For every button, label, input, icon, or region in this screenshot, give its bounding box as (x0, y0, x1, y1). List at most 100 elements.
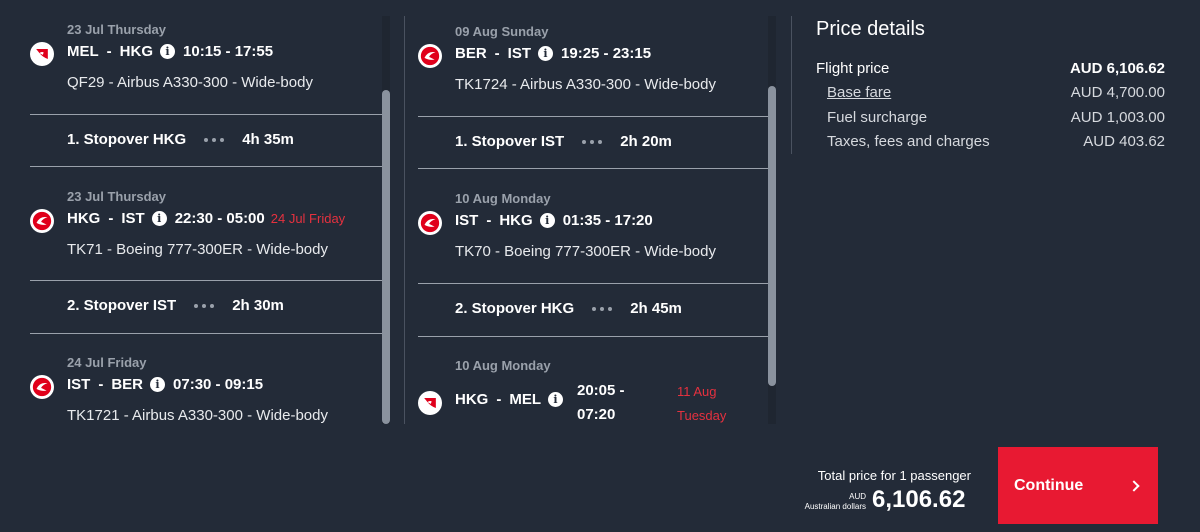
divider (418, 168, 770, 169)
divider (30, 114, 382, 115)
segment-date: 10 Aug Monday (455, 358, 551, 373)
base-fare-link[interactable]: Base fare (827, 84, 891, 101)
next-day-date: 11 Aug (677, 384, 717, 399)
inbound-itinerary: 09 Aug Sunday BER - IST i 19:25 - 23:15 … (405, 0, 780, 425)
segment-date: 23 Jul Thursday (67, 189, 166, 204)
aircraft-info: TK1724 - Airbus A330-300 - Wide-body (455, 76, 716, 93)
segment-date: 23 Jul Thursday (67, 22, 166, 37)
price-details-title: Price details (816, 18, 925, 40)
taxes-row: Taxes, fees and charges AUD 403.62 (827, 133, 1165, 150)
stopover-duration: 2h 20m (620, 133, 672, 150)
arrival-next-day: 24 Jul Friday (270, 211, 346, 226)
destination-code: HKG (119, 43, 154, 60)
info-icon[interactable]: i (539, 213, 555, 228)
currency-label: AUD Australian dollars (760, 492, 866, 512)
divider (30, 333, 382, 334)
chevron-right-icon (1128, 479, 1140, 492)
continue-label: Continue (1014, 476, 1084, 494)
aircraft-info: TK70 - Boeing 777-300ER - Wide-body (455, 243, 716, 260)
destination-code: IST (121, 210, 145, 227)
flight-times: 19:25 - 23:15 (561, 45, 652, 62)
stopover-item: 1. Stopover IST 2h 20m (455, 133, 672, 150)
flight-price-label: Flight price (816, 60, 890, 77)
destination-code: HKG (499, 212, 533, 229)
outbound-scrollbar[interactable] (382, 16, 390, 424)
stopover-duration: 2h 30m (232, 297, 284, 314)
stopover-item: 2. Stopover HKG 2h 45m (455, 300, 682, 317)
currency-name: Australian dollars (804, 502, 866, 511)
turkish-airlines-logo-icon (30, 375, 54, 399)
stopover-dots-icon (582, 139, 603, 144)
divider (418, 336, 770, 337)
info-icon[interactable]: i (150, 377, 166, 392)
stopover-label: 1. Stopover IST (455, 133, 565, 150)
arrival-next-day: 11 Aug Tuesday (677, 380, 726, 425)
aircraft-info: TK71 - Boeing 777-300ER - Wide-body (67, 241, 328, 258)
fuel-surcharge-row: Fuel surcharge AUD 1,003.00 (827, 109, 1165, 126)
inbound-scrollbar[interactable] (768, 16, 776, 424)
currency-code: AUD (849, 492, 866, 501)
total-price-amount: 6,106.62 (872, 486, 966, 513)
stopover-item: 1. Stopover HKG 4h 35m (67, 131, 294, 148)
origin-code: BER (455, 45, 487, 62)
segment-route: MEL - HKG i 10:15 - 17:55 (67, 43, 274, 60)
qantas-logo-icon (30, 42, 54, 66)
flight-times: 20:05 - 07:20 (577, 379, 625, 425)
aircraft-info: TK1721 - Airbus A330-300 - Wide-body (67, 407, 328, 424)
divider (30, 166, 382, 167)
departure-time: 20:05 - (577, 382, 625, 399)
segment-route: IST - BER i 07:30 - 09:15 (67, 376, 264, 393)
taxes-value: AUD 403.62 (1083, 133, 1165, 150)
divider (418, 116, 770, 117)
flight-times: 22:30 - 05:00 (174, 210, 265, 227)
divider (418, 283, 770, 284)
qantas-logo-icon (418, 391, 442, 415)
flight-times: 07:30 - 09:15 (173, 376, 264, 393)
origin-code: IST (455, 212, 479, 229)
destination-code: BER (111, 376, 144, 393)
base-fare-value: AUD 4,700.00 (1070, 84, 1165, 101)
arrival-time: 07:20 (577, 406, 616, 423)
stopover-label: 2. Stopover HKG (455, 300, 575, 317)
segment-route: HKG - IST i 22:30 - 05:00 24 Jul Friday (67, 210, 346, 227)
segment-route: IST - HKG i 01:35 - 17:20 (455, 212, 653, 229)
segment-date: 24 Jul Friday (67, 355, 147, 370)
stopover-item: 2. Stopover IST 2h 30m (67, 297, 284, 314)
segment-route: BER - IST i 19:25 - 23:15 (455, 45, 652, 62)
stopover-dots-icon (204, 137, 225, 142)
destination-code: IST (507, 45, 532, 62)
stopover-label: 1. Stopover HKG (67, 131, 187, 148)
flight-price-value: AUD 6,106.62 (1069, 60, 1165, 77)
segment-date: 10 Aug Monday (455, 191, 551, 206)
flight-times: 10:15 - 17:55 (183, 43, 274, 60)
stopover-label: 2. Stopover IST (67, 297, 177, 314)
flight-price-row: Flight price AUD 6,106.62 (816, 60, 1165, 77)
scrollbar-thumb[interactable] (382, 90, 390, 424)
info-icon[interactable]: i (151, 211, 167, 226)
info-icon[interactable]: i (548, 392, 564, 407)
info-icon[interactable]: i (160, 44, 176, 59)
aircraft-info: QF29 - Airbus A330-300 - Wide-body (67, 74, 313, 91)
destination-code: MEL (509, 391, 542, 408)
segment-route: HKG - MEL i (455, 391, 571, 408)
origin-code: IST (67, 376, 91, 393)
column-divider (791, 16, 792, 154)
origin-code: HKG (455, 391, 489, 408)
divider (30, 280, 382, 281)
outbound-itinerary: 23 Jul Thursday MEL - HKG i 10:15 - 17:5… (0, 0, 392, 425)
fuel-surcharge-label: Fuel surcharge (827, 109, 928, 126)
base-fare-row: Base fare AUD 4,700.00 (827, 84, 1165, 101)
taxes-label: Taxes, fees and charges (827, 133, 990, 150)
info-icon[interactable]: i (538, 46, 554, 61)
segment-date: 09 Aug Sunday (455, 24, 549, 39)
fuel-surcharge-value: AUD 1,003.00 (1070, 109, 1165, 126)
next-day-weekday: Tuesday (677, 408, 727, 423)
origin-code: MEL (67, 43, 99, 60)
scrollbar-thumb[interactable] (768, 86, 776, 386)
turkish-airlines-logo-icon (418, 44, 442, 68)
continue-button[interactable]: Continue (998, 447, 1158, 524)
stopover-duration: 2h 45m (630, 300, 682, 317)
stopover-dots-icon (194, 303, 215, 308)
total-price-label: Total price for 1 passenger (817, 468, 971, 483)
turkish-airlines-logo-icon (30, 209, 54, 233)
